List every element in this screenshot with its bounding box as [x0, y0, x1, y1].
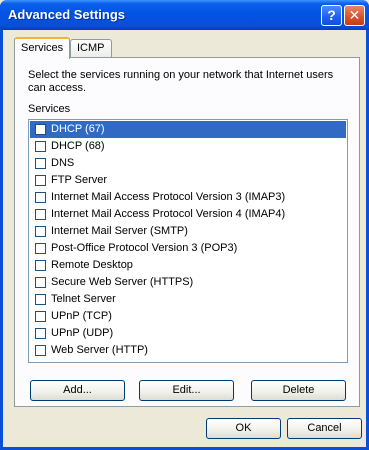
help-icon: ? [327, 7, 336, 23]
checkbox[interactable] [35, 243, 46, 254]
add-button[interactable]: Add... [30, 380, 125, 401]
title-bar[interactable]: Advanced Settings ? ✕ [0, 0, 369, 30]
services-list[interactable]: DHCP (67) DHCP (68) DNS FTP Server Inter… [28, 119, 348, 363]
list-item-label: Internet Mail Access Protocol Version 4 … [51, 208, 286, 220]
list-item-label: Internet Mail Access Protocol Version 3 … [51, 191, 286, 203]
list-item-smtp[interactable]: Internet Mail Server (SMTP) [30, 223, 346, 240]
list-item-label: Post-Office Protocol Version 3 (POP3) [51, 242, 238, 254]
list-item-label: DHCP (67) [51, 123, 105, 135]
list-item-label: FTP Server [51, 174, 108, 186]
services-tab-panel: Select the services running on your netw… [14, 57, 360, 407]
help-button[interactable]: ? [321, 5, 342, 26]
list-item-label: UPnP (UDP) [51, 327, 114, 339]
list-item-label: Internet Mail Server (SMTP) [51, 225, 188, 237]
checkbox[interactable] [35, 192, 46, 203]
checkbox[interactable] [35, 294, 46, 305]
checkbox[interactable] [35, 311, 46, 322]
checkbox[interactable] [35, 209, 46, 220]
list-item-upnp-udp[interactable]: UPnP (UDP) [30, 325, 346, 342]
list-item-imap4[interactable]: Internet Mail Access Protocol Version 4 … [30, 206, 346, 223]
list-item-imap3[interactable]: Internet Mail Access Protocol Version 3 … [30, 189, 346, 206]
list-item-label: Remote Desktop [51, 259, 133, 271]
list-item-pop3[interactable]: Post-Office Protocol Version 3 (POP3) [30, 240, 346, 257]
close-button[interactable]: ✕ [344, 5, 365, 26]
list-item-label: Telnet Server [51, 293, 116, 305]
checkbox[interactable] [35, 328, 46, 339]
close-icon: ✕ [348, 7, 361, 23]
cancel-button[interactable]: Cancel [287, 418, 362, 439]
tab-services[interactable]: Services [14, 37, 70, 59]
list-item-upnp-tcp[interactable]: UPnP (TCP) [30, 308, 346, 325]
list-item-label: DHCP (68) [51, 140, 105, 152]
checkbox[interactable] [35, 175, 46, 186]
ok-button[interactable]: OK [206, 418, 281, 439]
checkbox[interactable] [35, 260, 46, 271]
checkbox[interactable] [35, 277, 46, 288]
list-item-label: DNS [51, 157, 75, 169]
list-item-ftp-server[interactable]: FTP Server [30, 172, 346, 189]
window-title: Advanced Settings [8, 7, 126, 22]
checkbox[interactable] [35, 158, 46, 169]
list-item-https[interactable]: Secure Web Server (HTTPS) [30, 274, 346, 291]
list-item-label: Secure Web Server (HTTPS) [51, 276, 194, 288]
list-item-dhcp-67[interactable]: DHCP (67) [30, 121, 346, 138]
list-item-remote-desktop[interactable]: Remote Desktop [30, 257, 346, 274]
list-item-dhcp-68[interactable]: DHCP (68) [30, 138, 346, 155]
list-item-label: Web Server (HTTP) [51, 344, 148, 356]
checkbox[interactable] [35, 124, 46, 135]
delete-button[interactable]: Delete [251, 380, 346, 401]
list-item-label: UPnP (TCP) [51, 310, 112, 322]
list-item-http[interactable]: Web Server (HTTP) [30, 342, 346, 359]
list-item-telnet-server[interactable]: Telnet Server [30, 291, 346, 308]
edit-button[interactable]: Edit... [139, 380, 234, 401]
tab-icmp[interactable]: ICMP [70, 39, 112, 57]
checkbox[interactable] [35, 141, 46, 152]
services-description: Select the services running on your netw… [28, 69, 334, 94]
services-list-label: Services [28, 103, 71, 115]
list-item-dns[interactable]: DNS [30, 155, 346, 172]
checkbox[interactable] [35, 345, 46, 356]
advanced-settings-dialog: Advanced Settings ? ✕ Services ICMP Sele… [0, 0, 369, 450]
checkbox[interactable] [35, 226, 46, 237]
